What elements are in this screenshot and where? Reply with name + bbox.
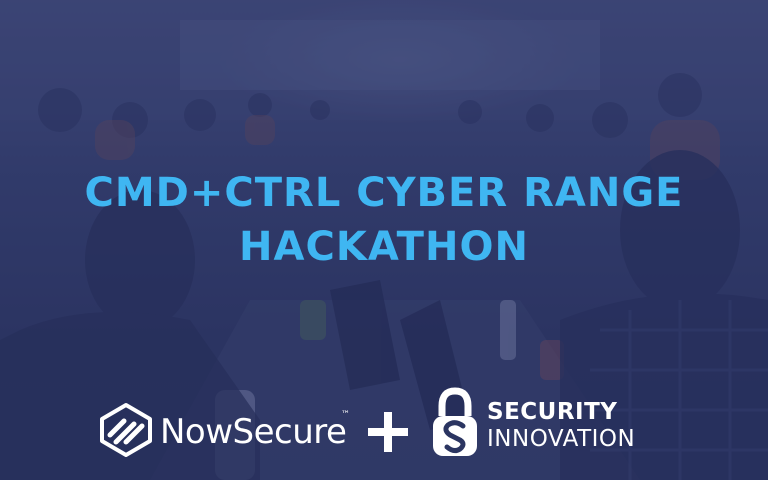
hackathon-banner: CMD+CTRL CYBER RANGE HACKATHON NowSecure… — [0, 0, 768, 480]
security-innovation-line1: SECURITY — [487, 399, 618, 425]
padlock-s-logo-icon — [433, 387, 477, 456]
nowsecure-wordmark: NowSecure — [160, 412, 347, 452]
nowsecure-logo-icon — [100, 403, 152, 457]
plus-icon — [368, 412, 408, 452]
banner-title-line2: HACKATHON — [239, 224, 529, 270]
banner-title-line1: CMD+CTRL CYBER RANGE — [84, 170, 684, 216]
partner-logos: NowSecure ™ SECURITY INNOVATION — [0, 380, 768, 460]
security-innovation-line2: INNOVATION — [487, 426, 636, 452]
nowsecure-trademark: ™ — [341, 410, 350, 420]
